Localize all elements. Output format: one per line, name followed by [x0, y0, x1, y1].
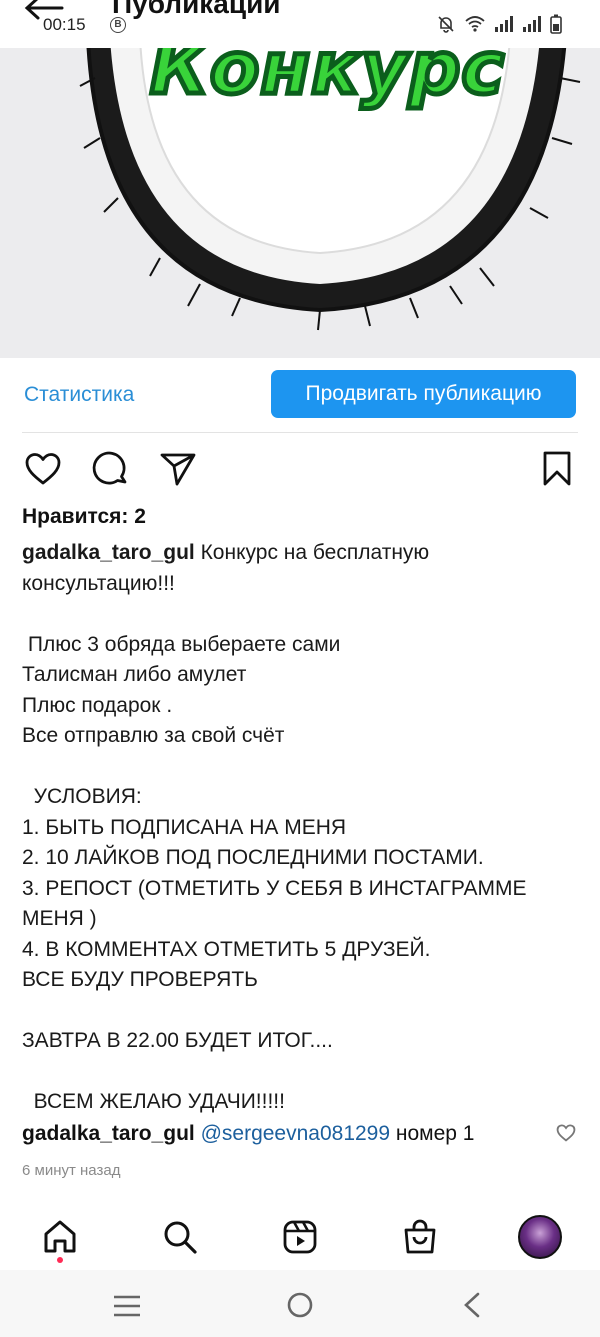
- bottom-nav: [0, 1205, 600, 1269]
- recent-apps-icon[interactable]: [112, 1294, 142, 1318]
- heart-icon[interactable]: [24, 452, 62, 486]
- share-icon[interactable]: [160, 452, 196, 486]
- home-icon: [44, 1220, 76, 1253]
- post-icon-row: [0, 448, 600, 492]
- shopping-bag-icon: [404, 1219, 436, 1254]
- nav-home[interactable]: [38, 1215, 82, 1259]
- comment-heart-icon[interactable]: [556, 1124, 576, 1142]
- nav-reels[interactable]: [278, 1215, 322, 1259]
- post-caption: gadalka_taro_gul Конкурс на бесплатную к…: [22, 538, 582, 1118]
- likes-count[interactable]: Нравится: 2: [22, 505, 146, 529]
- signal-2-icon: [523, 16, 541, 32]
- search-icon: [164, 1221, 197, 1254]
- home-notification-dot: [57, 1257, 63, 1263]
- nav-search[interactable]: [158, 1215, 202, 1259]
- caption-text: Конкурс на бесплатную консультацию!!! Пл…: [22, 541, 527, 1113]
- avatar: [518, 1215, 562, 1259]
- statistics-link[interactable]: Статистика: [24, 383, 134, 407]
- post-image[interactable]: Конкурс: [0, 48, 600, 358]
- comment-icon[interactable]: [92, 451, 130, 489]
- reels-icon: [283, 1220, 317, 1254]
- comment-text: номер 1: [390, 1122, 475, 1145]
- promote-post-button[interactable]: Продвигать публикацию: [271, 370, 576, 418]
- mute-bell-icon: [438, 16, 454, 33]
- system-nav-bar: [0, 1270, 600, 1337]
- nav-shop[interactable]: [398, 1215, 442, 1259]
- comment-mention[interactable]: @sergeevna081299: [201, 1122, 390, 1145]
- comment: gadalka_taro_gul @sergeevna081299 номер …: [22, 1122, 562, 1146]
- post-actions-row: Статистика Продвигать публикацию: [0, 370, 600, 418]
- post-timestamp: 6 минут назад: [22, 1162, 121, 1179]
- caption-username[interactable]: gadalka_taro_gul: [22, 541, 195, 564]
- battery-icon: [550, 14, 562, 34]
- status-icons: [436, 12, 562, 36]
- signal-icon: [495, 16, 513, 32]
- back-chevron-icon[interactable]: [462, 1292, 482, 1318]
- comment-username[interactable]: gadalka_taro_gul: [22, 1122, 195, 1145]
- status-time: 00:15: [43, 15, 86, 34]
- bookmark-icon[interactable]: [542, 451, 572, 487]
- b-badge-icon: B: [110, 17, 126, 33]
- home-circle-icon[interactable]: [286, 1291, 314, 1319]
- page-title: Публикации: [112, 0, 281, 19]
- nav-profile[interactable]: [518, 1215, 562, 1259]
- post-image-title: Конкурс: [148, 48, 507, 113]
- wifi-icon: [465, 16, 485, 32]
- divider: [22, 432, 578, 433]
- status-bar: Публикации 00:15 B: [0, 0, 600, 48]
